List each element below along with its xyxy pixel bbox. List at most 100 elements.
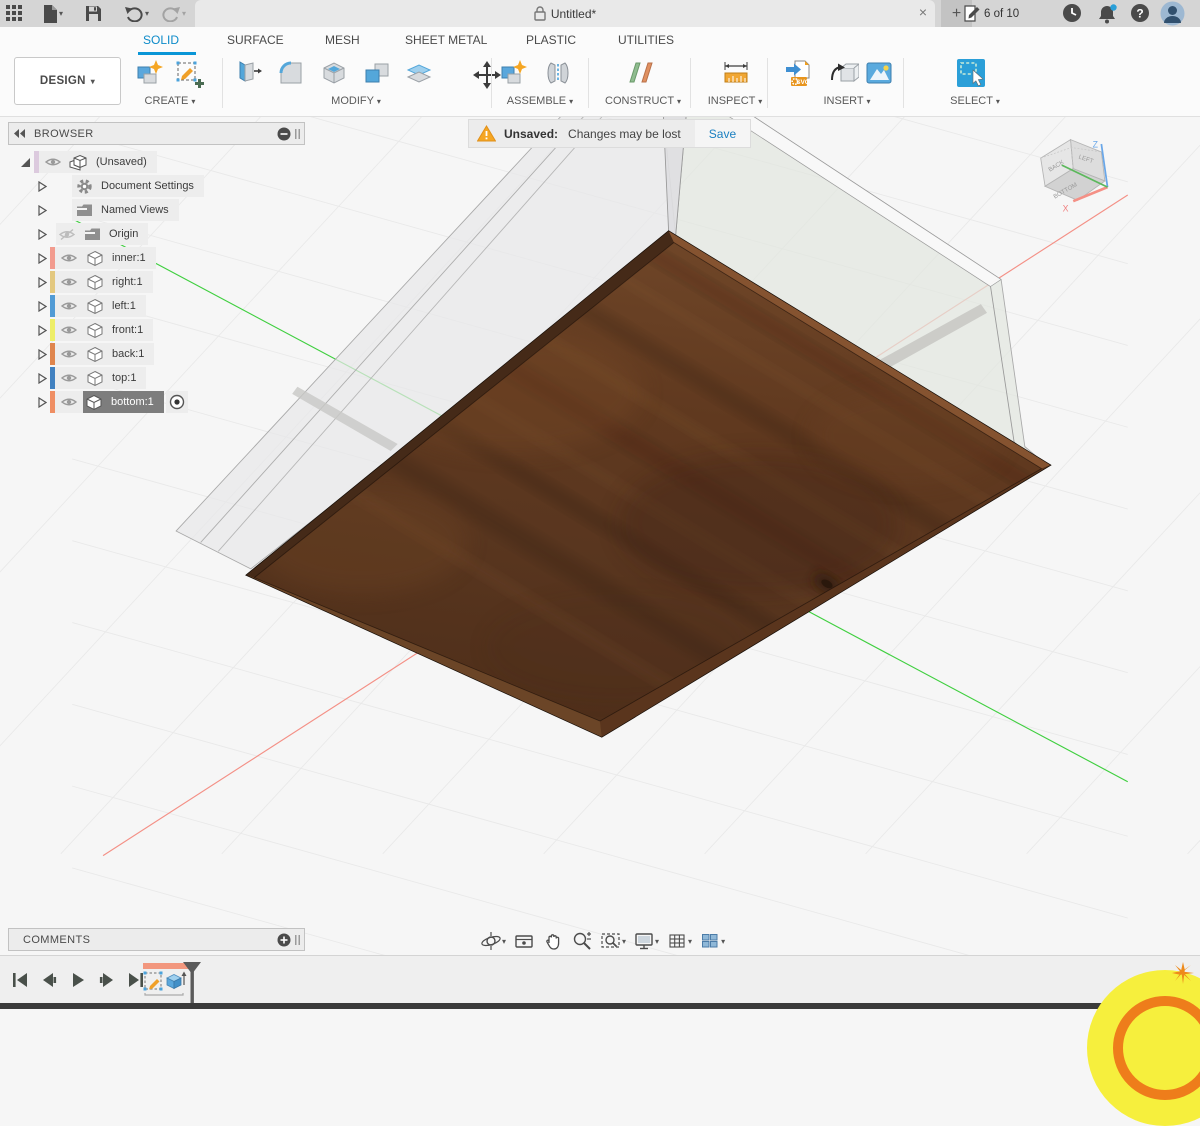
zoom-tool[interactable] [571, 930, 593, 952]
app-grid-icon[interactable] [0, 0, 29, 27]
expand-caret-icon[interactable] [38, 181, 50, 192]
tree-row-right[interactable]: right:1 [8, 270, 305, 294]
timeline-sketch-feature[interactable] [144, 972, 163, 991]
expand-caret-icon[interactable] [38, 349, 50, 360]
canvas-icon[interactable] [864, 58, 894, 88]
tab-plastic[interactable]: PLASTIC [526, 27, 576, 53]
group-assemble[interactable]: ASSEMBLE ▾ [507, 95, 573, 107]
group-inspect[interactable]: INSPECT ▾ [708, 95, 763, 107]
tab-utilities[interactable]: UTILITIES [618, 27, 674, 53]
visibility-eye-icon[interactable] [61, 300, 77, 312]
expand-caret-icon[interactable] [38, 301, 50, 312]
tree-row-front[interactable]: front:1 [8, 318, 305, 342]
tree-row-origin[interactable]: Origin [8, 222, 305, 246]
look-at-tool[interactable] [513, 930, 535, 952]
play-icon[interactable] [68, 970, 88, 990]
fit-tool[interactable]: ▾ [600, 930, 626, 952]
view-cube[interactable]: BACK LEFT BOTTOM Z X [1041, 140, 1108, 214]
display-settings-tool[interactable]: ▾ [633, 930, 659, 952]
visibility-off-eye-icon[interactable] [59, 228, 75, 241]
tree-row-left[interactable]: left:1 [8, 294, 305, 318]
expand-caret-icon[interactable] [38, 397, 50, 408]
create-sketch-icon[interactable] [174, 58, 204, 88]
shell-icon[interactable] [319, 58, 349, 88]
avatar[interactable] [1160, 1, 1185, 31]
measure-icon[interactable] [721, 58, 751, 88]
tree-row-inner[interactable]: inner:1 [8, 246, 305, 270]
comments-header[interactable]: COMMENTS [8, 928, 305, 951]
go-to-start-icon[interactable] [10, 970, 30, 990]
panel-grip-icon[interactable] [295, 127, 301, 141]
visibility-eye-icon[interactable] [61, 252, 77, 264]
tree-row-back[interactable]: back:1 [8, 342, 305, 366]
visibility-eye-icon[interactable] [61, 396, 77, 408]
construct-plane-icon[interactable] [626, 58, 656, 88]
tab-solid[interactable]: SOLID [143, 27, 179, 53]
orbit-tool[interactable]: ▾ [480, 930, 506, 952]
redo-caret[interactable]: ▾ [182, 9, 186, 18]
browser-header[interactable]: BROWSER [8, 122, 305, 145]
new-component-icon[interactable] [134, 58, 164, 88]
combine-icon[interactable] [362, 58, 392, 88]
visibility-eye-icon[interactable] [61, 372, 77, 384]
group-select[interactable]: SELECT ▾ [950, 95, 1000, 107]
tree-row-document-settings[interactable]: Document Settings [8, 174, 305, 198]
group-modify[interactable]: MODIFY ▾ [331, 95, 381, 107]
joint-icon[interactable] [543, 58, 573, 88]
expand-caret-icon[interactable] [38, 277, 50, 288]
viewports-tool[interactable]: ▾ [699, 930, 725, 952]
timeline-track[interactable] [0, 1003, 1200, 1009]
expand-caret-icon[interactable] [38, 373, 50, 384]
visibility-eye-icon[interactable] [61, 348, 77, 360]
close-tab-icon[interactable]: × [919, 4, 927, 20]
visibility-eye-icon[interactable] [61, 276, 77, 288]
add-comment-icon[interactable] [277, 933, 291, 947]
tree-row-top[interactable]: top:1 [8, 366, 305, 390]
timeline-extrude-feature[interactable] [167, 972, 187, 989]
help-icon[interactable]: ? [1130, 3, 1150, 28]
step-back-icon[interactable] [39, 970, 59, 990]
expand-caret-icon[interactable] [38, 205, 50, 216]
file-menu-icon[interactable]: ▾ [37, 0, 69, 27]
job-status[interactable]: 6 of 10 [963, 0, 1019, 27]
expand-caret-icon[interactable] [38, 229, 50, 240]
job-history-icon[interactable] [1062, 3, 1082, 28]
expand-caret-icon[interactable] [38, 325, 50, 336]
insert-mesh-icon[interactable] [829, 58, 859, 88]
remove-panel-icon[interactable] [277, 127, 291, 141]
tree-row-root[interactable]: (Unsaved) [8, 150, 305, 174]
group-insert[interactable]: INSERT ▾ [823, 95, 870, 107]
viewports-caret[interactable]: ▾ [721, 937, 725, 946]
tab-surface[interactable]: SURFACE [227, 27, 284, 53]
split-body-icon[interactable] [404, 58, 434, 88]
grid-layout-caret[interactable]: ▾ [688, 937, 692, 946]
select-icon[interactable] [956, 58, 986, 88]
save-button[interactable]: Save [695, 120, 750, 147]
file-menu-caret[interactable]: ▾ [59, 9, 63, 18]
assemble-new-component-icon[interactable] [498, 58, 528, 88]
document-tab[interactable]: Untitled* × [195, 0, 935, 27]
redo-icon[interactable]: ▾ [155, 0, 192, 27]
undo-icon[interactable]: ▾ [118, 0, 155, 27]
fillet-icon[interactable] [276, 58, 306, 88]
press-pull-icon[interactable] [232, 58, 262, 88]
tab-mesh[interactable]: MESH [325, 27, 360, 53]
workspace-switcher[interactable]: DESIGN ▾ [14, 57, 121, 105]
tree-row-bottom-selected[interactable]: bottom:1 [8, 390, 305, 414]
fit-caret[interactable]: ▾ [622, 937, 626, 946]
activate-component-radio[interactable] [166, 391, 188, 413]
notifications-bell-icon[interactable] [1096, 3, 1118, 29]
save-icon[interactable] [79, 0, 108, 27]
group-construct[interactable]: CONSTRUCT ▾ [605, 95, 681, 107]
panel-grip-icon[interactable] [295, 933, 301, 947]
undo-caret[interactable]: ▾ [145, 9, 149, 18]
display-settings-caret[interactable]: ▾ [655, 937, 659, 946]
grid-layout-tool[interactable]: ▾ [666, 930, 692, 952]
visibility-eye-icon[interactable] [61, 324, 77, 336]
collapse-panel-icon[interactable] [14, 129, 26, 138]
pan-tool[interactable] [542, 930, 564, 952]
tree-row-named-views[interactable]: Named Views [8, 198, 305, 222]
expand-caret-icon[interactable] [20, 157, 34, 168]
step-forward-icon[interactable] [97, 970, 117, 990]
tab-sheet-metal[interactable]: SHEET METAL [405, 27, 487, 53]
